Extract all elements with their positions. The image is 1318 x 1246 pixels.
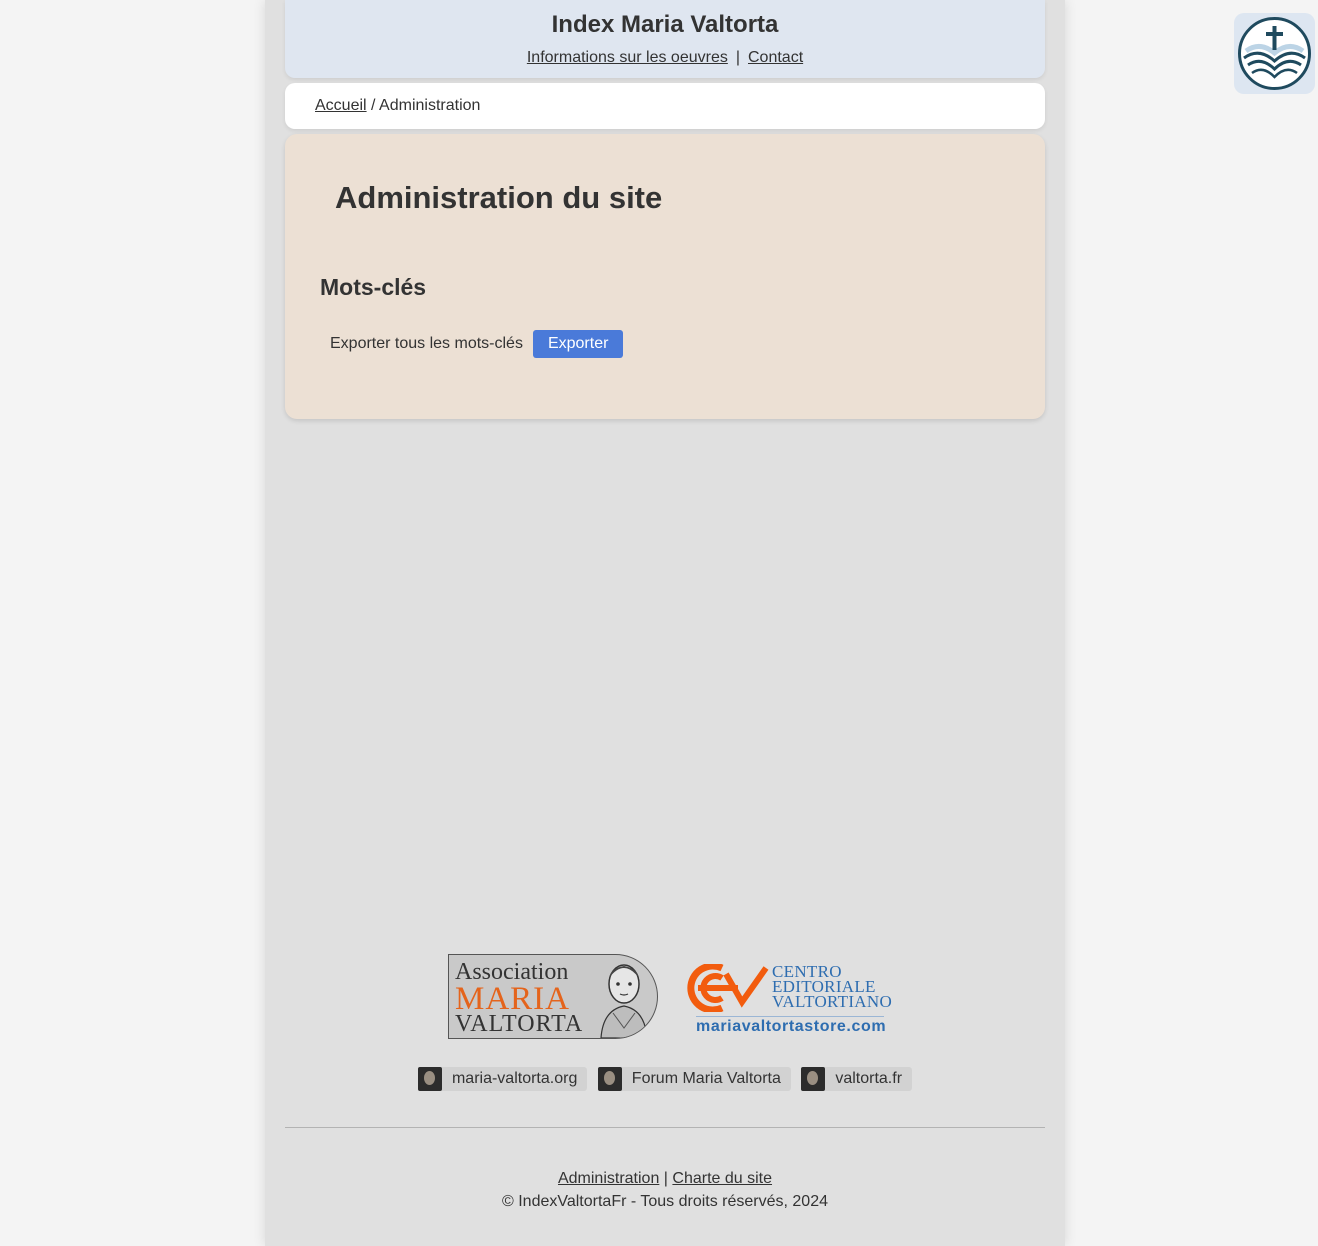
nav-link-informations[interactable]: Informations sur les oeuvres (527, 49, 728, 66)
breadcrumb-home-link[interactable]: Accueil (315, 97, 367, 114)
export-label: Exporter tous les mots-clés (330, 335, 523, 352)
link-forum-maria-valtorta[interactable]: Forum Maria Valtorta (597, 1067, 791, 1091)
cev-logo-rule (696, 1016, 884, 1017)
copyright: © IndexValtortaFr - Tous droits réservés… (501, 1193, 828, 1210)
portrait-icon (417, 1067, 442, 1091)
portrait-icon (801, 1067, 826, 1091)
nav-separator: | (735, 49, 740, 66)
site-title[interactable]: Index Maria Valtorta (285, 0, 1045, 40)
cev-emblem-icon (687, 964, 769, 1012)
site-footer: Administration | Charte du site © IndexV… (265, 1167, 1065, 1213)
association-maria-valtorta-logo[interactable]: Association MARIA VALTORTA (448, 954, 658, 1039)
portrait-icon (597, 1067, 622, 1091)
footer-separator: | (663, 1170, 668, 1187)
centro-editoriale-valtortiano-logo[interactable]: CENTRO EDITORIALE VALTORTIANO mariavalto… (676, 961, 906, 1041)
section-title-keywords: Mots-clés (320, 274, 427, 300)
footer-admin-link[interactable]: Administration (558, 1170, 659, 1187)
breadcrumb: Accueil / Administration (285, 83, 1045, 129)
nav-link-contact[interactable]: Contact (748, 49, 803, 66)
breadcrumb-current: Administration (379, 97, 481, 114)
footer-charter-link[interactable]: Charte du site (672, 1170, 772, 1187)
page-title: Administration du site (335, 180, 663, 215)
admin-panel: Administration du site Mots-clés Exporte… (285, 134, 1045, 419)
app-logo[interactable] (1234, 13, 1315, 94)
cev-logo-url: mariavaltortastore.com (696, 1018, 887, 1035)
breadcrumb-separator: / (371, 97, 376, 114)
external-links: maria-valtorta.org Forum Maria Valtorta … (265, 1067, 1065, 1091)
cross-book-icon (1238, 17, 1311, 90)
site-header: Index Maria Valtorta Informations sur le… (285, 0, 1045, 78)
association-logo-line3: VALTORTA (455, 1011, 584, 1037)
export-row: Exporter tous les mots-clés Exporter (330, 330, 624, 358)
partner-logos: Association MARIA VALTORTA CENTRO EDITOR… (448, 953, 918, 1041)
portrait-icon (600, 964, 648, 1038)
page-column: Index Maria Valtorta Informations sur le… (265, 0, 1065, 1246)
footer-links: Administration | Charte du site (265, 1167, 1065, 1190)
footer-divider (285, 1127, 1045, 1128)
export-button[interactable]: Exporter (532, 330, 624, 358)
cev-logo-line3: VALTORTIANO (772, 992, 893, 1011)
link-maria-valtorta-org[interactable]: maria-valtorta.org (417, 1067, 588, 1091)
link-label: Forum Maria Valtorta (631, 1070, 781, 1087)
link-label: valtorta.fr (835, 1070, 903, 1087)
link-valtorta-fr[interactable]: valtorta.fr (801, 1067, 913, 1091)
link-label: maria-valtorta.org (451, 1070, 578, 1087)
header-nav: Informations sur les oeuvres | Contact (285, 48, 1045, 68)
